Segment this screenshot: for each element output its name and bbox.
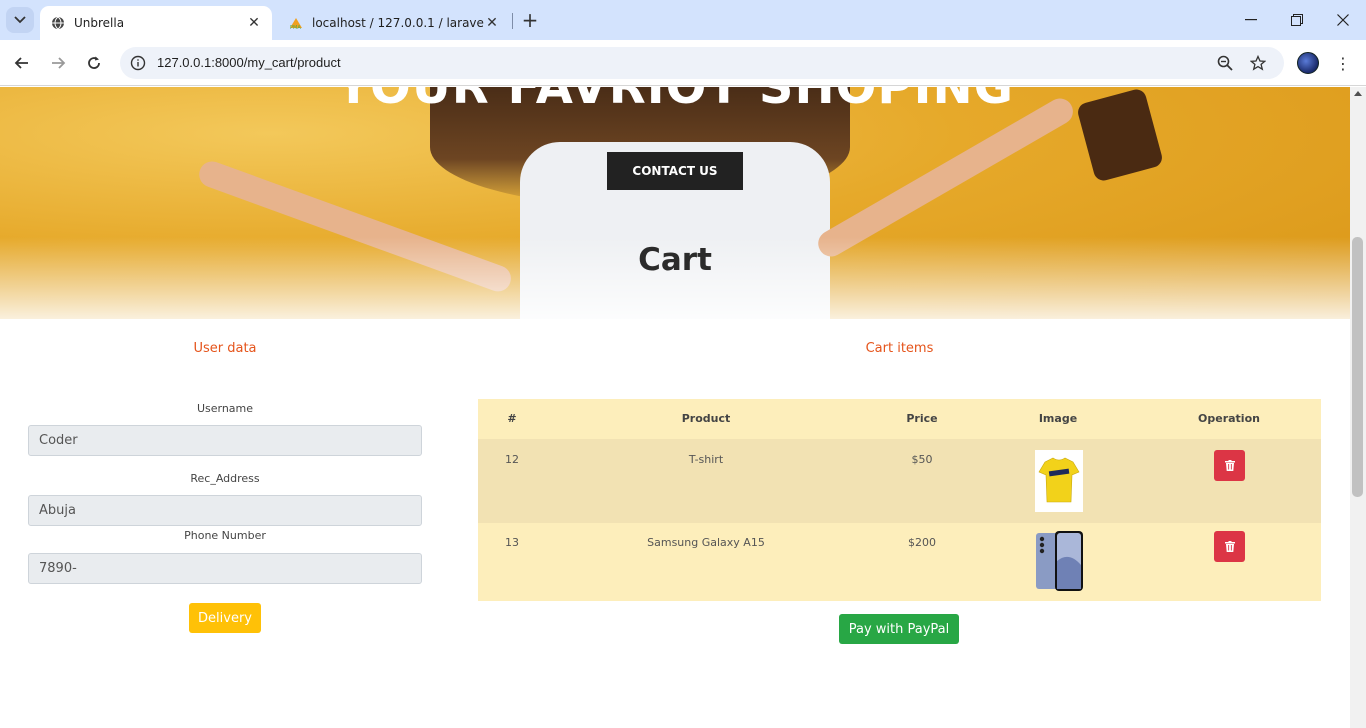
back-button[interactable] bbox=[7, 48, 37, 78]
browser-tab-bar: Unbrella ✕ PMA localhost / 127.0.0.1 / l… bbox=[0, 0, 1366, 40]
page-scrollbar[interactable] bbox=[1350, 87, 1366, 728]
tab-separator bbox=[512, 13, 513, 29]
table-header: # Product Price Image Operation bbox=[478, 399, 1321, 439]
row-id: 12 bbox=[505, 453, 519, 466]
close-window-button[interactable] bbox=[1320, 0, 1366, 40]
phone-field[interactable]: 7890- bbox=[28, 553, 422, 584]
profile-avatar[interactable] bbox=[1297, 52, 1319, 74]
row-id: 13 bbox=[505, 536, 519, 549]
tab-search-button[interactable] bbox=[6, 7, 34, 33]
address-label: Rec_Address bbox=[190, 472, 260, 485]
trash-icon bbox=[1224, 460, 1235, 471]
phone-label: Phone Number bbox=[184, 529, 266, 542]
close-icon bbox=[1337, 14, 1349, 26]
url-text[interactable]: 127.0.0.1:8000/my_cart/product bbox=[157, 55, 341, 70]
samsung-phone-image bbox=[1035, 531, 1083, 591]
tab-phpmyadmin[interactable]: PMA localhost / 127.0.0.1 / laravel_ec ✕ bbox=[278, 6, 510, 40]
username-field[interactable]: Coder bbox=[28, 425, 422, 456]
minimize-icon bbox=[1245, 19, 1257, 21]
browser-menu-icon[interactable]: ⋮ bbox=[1332, 51, 1354, 75]
tab-title: localhost / 127.0.0.1 / laravel_ec bbox=[312, 16, 484, 30]
yellow-tshirt-image bbox=[1035, 450, 1083, 512]
column-header: # bbox=[507, 412, 517, 425]
table-row: 13 Samsung Galaxy A15 $200 bbox=[478, 523, 1321, 601]
tab-unbrella[interactable]: Unbrella ✕ bbox=[40, 6, 272, 40]
close-tab-icon[interactable]: ✕ bbox=[484, 15, 500, 31]
reload-button[interactable] bbox=[79, 48, 109, 78]
hero-banner: YOUR FAVRIOT SHOPING CONTACT US Cart bbox=[0, 87, 1350, 322]
page-viewport: YOUR FAVRIOT SHOPING CONTACT US Cart Use… bbox=[0, 87, 1350, 728]
bookmark-star-icon[interactable] bbox=[1248, 53, 1268, 73]
row-price: $50 bbox=[911, 453, 933, 466]
zoom-icon[interactable] bbox=[1215, 53, 1235, 73]
arrow-right-icon bbox=[52, 57, 66, 69]
hero-heading: YOUR FAVRIOT SHOPING bbox=[335, 87, 1015, 115]
cart-items-panel: Cart items # Product Price Image Operati… bbox=[462, 319, 1337, 728]
close-tab-icon[interactable]: ✕ bbox=[246, 15, 262, 31]
trash-icon bbox=[1224, 541, 1235, 552]
minimize-button[interactable] bbox=[1228, 0, 1274, 40]
column-header: Image bbox=[1038, 412, 1078, 425]
contact-us-button[interactable]: CONTACT US bbox=[607, 152, 743, 190]
restore-icon bbox=[1291, 14, 1303, 26]
row-product: Samsung Galaxy A15 bbox=[647, 536, 765, 549]
new-tab-button[interactable]: + bbox=[518, 8, 542, 32]
globe-icon bbox=[50, 15, 66, 31]
site-info-icon[interactable] bbox=[128, 53, 148, 73]
row-product: T-shirt bbox=[688, 453, 724, 466]
page-title: Cart bbox=[638, 242, 712, 278]
reload-icon bbox=[88, 56, 100, 69]
restore-button[interactable] bbox=[1274, 0, 1320, 40]
browser-toolbar: 127.0.0.1:8000/my_cart/product ⋮ bbox=[0, 40, 1366, 86]
scroll-up-arrow[interactable] bbox=[1354, 91, 1362, 96]
username-label: Username bbox=[196, 402, 254, 415]
column-header: Product bbox=[681, 412, 731, 425]
phpmyadmin-icon: PMA bbox=[288, 15, 304, 31]
delivery-button[interactable]: Delivery bbox=[189, 603, 261, 633]
address-bar[interactable]: 127.0.0.1:8000/my_cart/product bbox=[120, 47, 1284, 79]
user-data-heading: User data bbox=[193, 341, 257, 356]
table-row: 12 T-shirt $50 bbox=[478, 439, 1321, 523]
delete-item-button[interactable] bbox=[1214, 450, 1245, 481]
row-price: $200 bbox=[908, 536, 936, 549]
column-header: Price bbox=[906, 412, 938, 425]
chevron-down-icon bbox=[14, 16, 26, 24]
delete-item-button[interactable] bbox=[1214, 531, 1245, 562]
pay-with-paypal-button[interactable]: Pay with PayPal bbox=[839, 614, 959, 644]
address-field[interactable]: Abuja bbox=[28, 495, 422, 526]
scroll-thumb[interactable] bbox=[1352, 237, 1363, 497]
arrow-left-icon bbox=[14, 57, 28, 69]
forward-button[interactable] bbox=[43, 48, 73, 78]
svg-text:PMA: PMA bbox=[290, 25, 301, 30]
tab-title: Unbrella bbox=[74, 16, 125, 30]
column-header: Operation bbox=[1198, 412, 1260, 425]
user-data-panel: User data Username Coder Rec_Address Abu… bbox=[12, 319, 438, 728]
cart-items-heading: Cart items bbox=[865, 341, 934, 356]
